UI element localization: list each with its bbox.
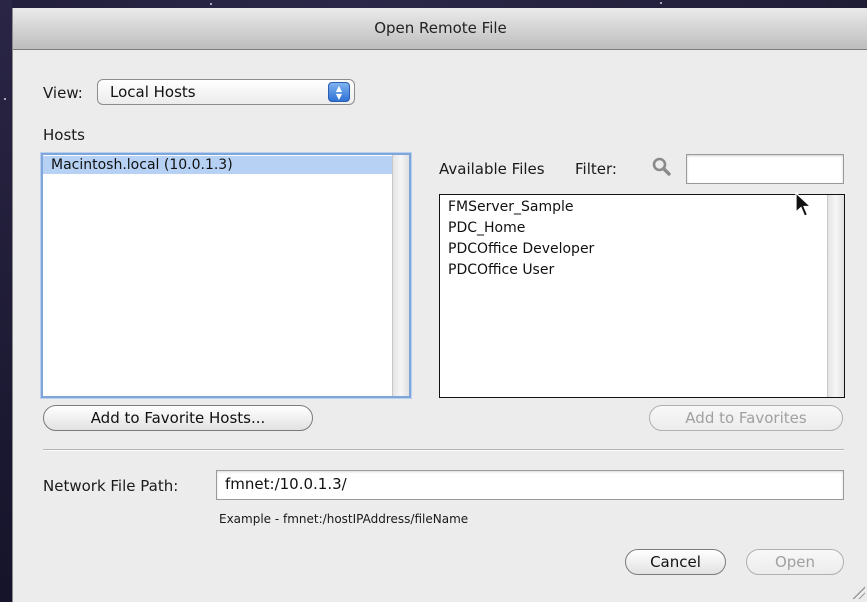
desktop-star [4,98,6,100]
network-file-path-label: Network File Path: [43,477,179,495]
cancel-button[interactable]: Cancel [625,549,726,575]
magnifier-icon [651,156,673,182]
network-path-example: Example - fmnet:/hostIPAddress/fileName [219,512,469,526]
title-bar[interactable]: Open Remote File [13,8,867,50]
add-to-favorite-hosts-button[interactable]: Add to Favorite Hosts... [43,405,313,431]
resize-grip-icon[interactable] [851,585,865,599]
desktop-background-left [0,0,12,602]
window-title: Open Remote File [374,19,507,37]
host-item-macintosh[interactable]: Macintosh.local (10.0.1.3) [43,156,393,174]
file-item[interactable]: FMServer_Sample [440,198,828,216]
hosts-heading: Hosts [43,126,85,144]
hosts-scrollbar[interactable] [392,155,409,396]
view-popup-value: Local Hosts [110,83,196,101]
section-divider [43,449,844,451]
file-item[interactable]: PDC_Home [440,219,828,237]
file-item[interactable]: PDCOffice Developer [440,240,828,258]
hosts-list[interactable]: Macintosh.local (10.0.1.3) [41,153,411,398]
open-remote-file-dialog: Open Remote File View: Local Hosts ▲ ▼ Ho… [12,8,867,602]
available-files-list[interactable]: FMServer_Sample PDC_Home PDCOffice Devel… [439,194,845,398]
file-item[interactable]: PDCOffice User [440,261,828,279]
add-to-favorites-button[interactable]: Add to Favorites [649,405,843,431]
files-scrollbar[interactable] [827,195,844,397]
open-button[interactable]: Open [746,549,844,575]
filter-input[interactable] [686,154,844,184]
available-files-heading: Available Files [439,160,545,178]
desktop-star [210,3,212,5]
view-popup[interactable]: Local Hosts ▲ ▼ [97,79,355,105]
network-file-path-input[interactable]: fmnet:/10.0.1.3/ [216,470,844,500]
arrow-cursor-icon [795,191,813,222]
view-label: View: [43,84,83,102]
filter-label: Filter: [575,160,617,178]
updown-arrows-icon: ▲ ▼ [328,82,350,102]
desktop-star [660,2,662,4]
desktop-background [0,0,867,8]
